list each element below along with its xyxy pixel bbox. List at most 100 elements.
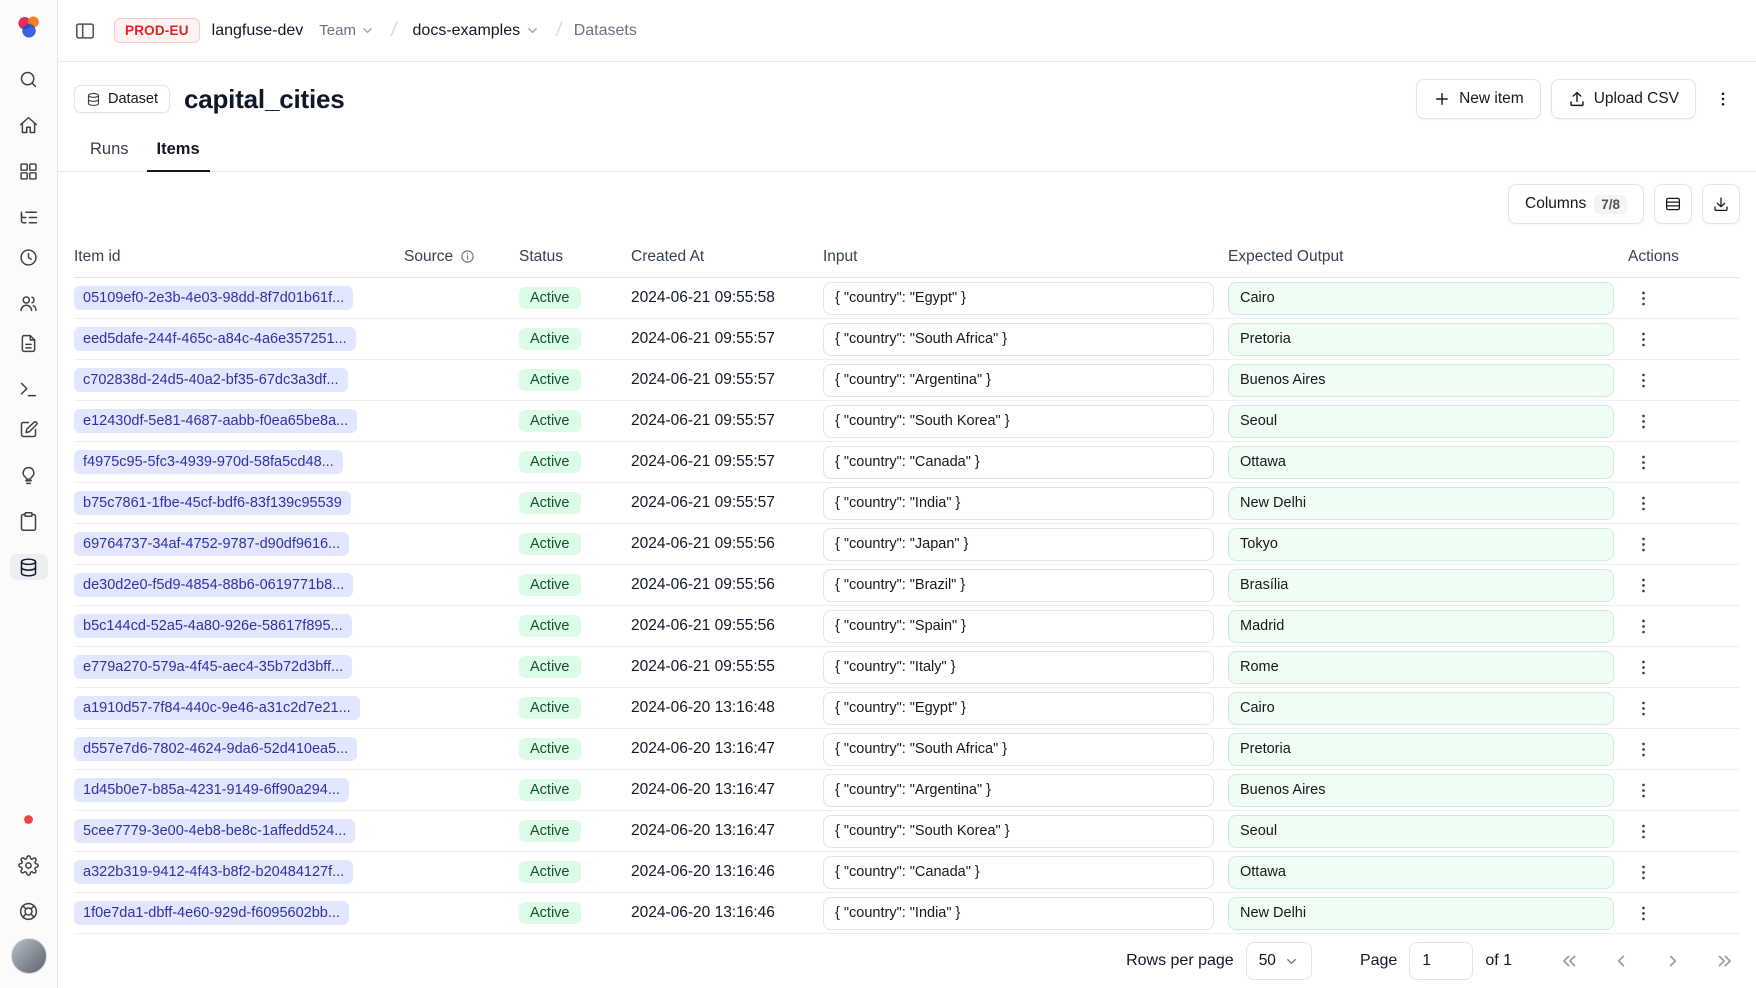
- row-actions-button[interactable]: [1628, 324, 1658, 354]
- first-page-button[interactable]: [1554, 946, 1584, 976]
- organization-name[interactable]: langfuse-dev: [212, 22, 304, 40]
- expected-output-box[interactable]: Ottawa: [1228, 446, 1614, 479]
- row-actions-button[interactable]: [1628, 611, 1658, 641]
- row-actions-button[interactable]: [1628, 283, 1658, 313]
- expected-output-box[interactable]: Seoul: [1228, 405, 1614, 438]
- previous-page-button[interactable]: [1606, 946, 1636, 976]
- expected-output-box[interactable]: Tokyo: [1228, 528, 1614, 561]
- org-role-dropdown[interactable]: Team: [315, 19, 379, 42]
- column-header-expected-output[interactable]: Expected Output: [1228, 248, 1628, 266]
- breadcrumb-section[interactable]: Datasets: [574, 22, 637, 40]
- row-actions-button[interactable]: [1628, 734, 1658, 764]
- columns-button[interactable]: Columns 7/8: [1508, 184, 1644, 224]
- sidebar-item-tracing[interactable]: [10, 204, 48, 230]
- row-actions-button[interactable]: [1628, 816, 1658, 846]
- expected-output-box[interactable]: Buenos Aires: [1228, 774, 1614, 807]
- sidebar-item-dashboards[interactable]: [10, 158, 48, 184]
- sidebar-item-home[interactable]: [10, 112, 48, 138]
- last-page-button[interactable]: [1710, 946, 1740, 976]
- input-value-box[interactable]: { "country": "Canada" }: [823, 446, 1214, 479]
- expected-output-box[interactable]: New Delhi: [1228, 897, 1614, 930]
- sidebar-item-recording-status[interactable]: [10, 806, 48, 832]
- next-page-button[interactable]: [1658, 946, 1688, 976]
- expected-output-box[interactable]: Rome: [1228, 651, 1614, 684]
- rows-per-page-select[interactable]: 50: [1246, 942, 1312, 980]
- column-header-input[interactable]: Input: [823, 248, 1228, 266]
- item-id-link[interactable]: a1910d57-7f84-440c-9e46-a31c2d7e21...: [74, 696, 360, 720]
- item-id-link[interactable]: de30d2e0-f5d9-4854-88b6-0619771b8...: [74, 573, 353, 597]
- input-value-box[interactable]: { "country": "Canada" }: [823, 856, 1214, 889]
- row-actions-button[interactable]: [1628, 365, 1658, 395]
- item-id-link[interactable]: 5cee7779-3e00-4eb8-be8c-1affedd524...: [74, 819, 355, 843]
- expected-output-box[interactable]: Pretoria: [1228, 323, 1614, 356]
- sidebar-toggle-button[interactable]: [68, 14, 102, 48]
- item-id-link[interactable]: d557e7d6-7802-4624-9da6-52d410ea5...: [74, 737, 357, 761]
- item-id-link[interactable]: eed5dafe-244f-465c-a84c-4a6e357251...: [74, 327, 356, 351]
- row-actions-button[interactable]: [1628, 529, 1658, 559]
- row-actions-button[interactable]: [1628, 406, 1658, 436]
- expected-output-box[interactable]: Madrid: [1228, 610, 1614, 643]
- row-actions-button[interactable]: [1628, 447, 1658, 477]
- column-header-source[interactable]: Source: [404, 248, 519, 266]
- user-avatar[interactable]: [11, 938, 47, 974]
- item-id-link[interactable]: b5c144cd-52a5-4a80-926e-58617f895...: [74, 614, 352, 638]
- export-download-button[interactable]: [1702, 184, 1740, 224]
- upload-csv-button[interactable]: Upload CSV: [1551, 79, 1696, 119]
- expected-output-box[interactable]: Cairo: [1228, 692, 1614, 725]
- new-item-button[interactable]: New item: [1416, 79, 1541, 119]
- input-value-box[interactable]: { "country": "Spain" }: [823, 610, 1214, 643]
- sidebar-item-datasets[interactable]: [10, 554, 48, 580]
- item-id-link[interactable]: 05109ef0-2e3b-4e03-98dd-8f7d01b61f...: [74, 286, 353, 310]
- project-dropdown[interactable]: docs-examples: [409, 19, 545, 43]
- column-header-status[interactable]: Status: [519, 248, 631, 266]
- expected-output-box[interactable]: Ottawa: [1228, 856, 1614, 889]
- expected-output-box[interactable]: Buenos Aires: [1228, 364, 1614, 397]
- input-value-box[interactable]: { "country": "Argentina" }: [823, 774, 1214, 807]
- row-actions-button[interactable]: [1628, 570, 1658, 600]
- item-id-link[interactable]: c702838d-24d5-40a2-bf35-67dc3a3df...: [74, 368, 348, 392]
- input-value-box[interactable]: { "country": "India" }: [823, 897, 1214, 930]
- sidebar-item-llm-as-a-judge[interactable]: [10, 462, 48, 488]
- row-height-button[interactable]: [1654, 184, 1692, 224]
- sidebar-item-prompts[interactable]: [10, 330, 48, 356]
- sidebar-item-search[interactable]: [10, 66, 48, 92]
- input-value-box[interactable]: { "country": "Japan" }: [823, 528, 1214, 561]
- expected-output-box[interactable]: Cairo: [1228, 282, 1614, 315]
- input-value-box[interactable]: { "country": "South Korea" }: [823, 405, 1214, 438]
- item-id-link[interactable]: 1d45b0e7-b85a-4231-9149-6ff90a294...: [74, 778, 349, 802]
- row-actions-button[interactable]: [1628, 857, 1658, 887]
- page-more-actions-button[interactable]: [1706, 79, 1740, 119]
- input-value-box[interactable]: { "country": "Italy" }: [823, 651, 1214, 684]
- sidebar-item-support[interactable]: [10, 898, 48, 924]
- langfuse-logo[interactable]: [14, 12, 44, 42]
- item-id-link[interactable]: b75c7861-1fbe-45cf-bdf6-83f139c95539: [74, 491, 351, 515]
- item-id-link[interactable]: f4975c95-5fc3-4939-970d-58fa5cd48...: [74, 450, 343, 474]
- input-value-box[interactable]: { "country": "Brazil" }: [823, 569, 1214, 602]
- row-actions-button[interactable]: [1628, 488, 1658, 518]
- row-actions-button[interactable]: [1628, 898, 1658, 928]
- input-value-box[interactable]: { "country": "Egypt" }: [823, 692, 1214, 725]
- column-header-created-at[interactable]: Created At: [631, 248, 823, 266]
- item-id-link[interactable]: e779a270-579a-4f45-aec4-35b72d3bff...: [74, 655, 352, 679]
- item-id-link[interactable]: 1f0e7da1-dbff-4e60-929d-f6095602bb...: [74, 901, 349, 925]
- tab-items[interactable]: Items: [147, 140, 210, 171]
- expected-output-box[interactable]: Seoul: [1228, 815, 1614, 848]
- sidebar-item-users[interactable]: [10, 290, 48, 316]
- sidebar-item-annotation[interactable]: [10, 508, 48, 534]
- input-value-box[interactable]: { "country": "India" }: [823, 487, 1214, 520]
- row-actions-button[interactable]: [1628, 652, 1658, 682]
- row-actions-button[interactable]: [1628, 693, 1658, 723]
- column-header-item-id[interactable]: Item id: [74, 248, 404, 266]
- row-actions-button[interactable]: [1628, 775, 1658, 805]
- input-value-box[interactable]: { "country": "Egypt" }: [823, 282, 1214, 315]
- input-value-box[interactable]: { "country": "South Korea" }: [823, 815, 1214, 848]
- item-id-link[interactable]: a322b319-9412-4f43-b8f2-b20484127f...: [74, 860, 353, 884]
- input-value-box[interactable]: { "country": "South Africa" }: [823, 733, 1214, 766]
- input-value-box[interactable]: { "country": "South Africa" }: [823, 323, 1214, 356]
- item-id-link[interactable]: e12430df-5e81-4687-aabb-f0ea65be8a...: [74, 409, 357, 433]
- tab-runs[interactable]: Runs: [80, 140, 139, 171]
- sidebar-item-settings[interactable]: [10, 852, 48, 878]
- expected-output-box[interactable]: New Delhi: [1228, 487, 1614, 520]
- expected-output-box[interactable]: Pretoria: [1228, 733, 1614, 766]
- expected-output-box[interactable]: Brasília: [1228, 569, 1614, 602]
